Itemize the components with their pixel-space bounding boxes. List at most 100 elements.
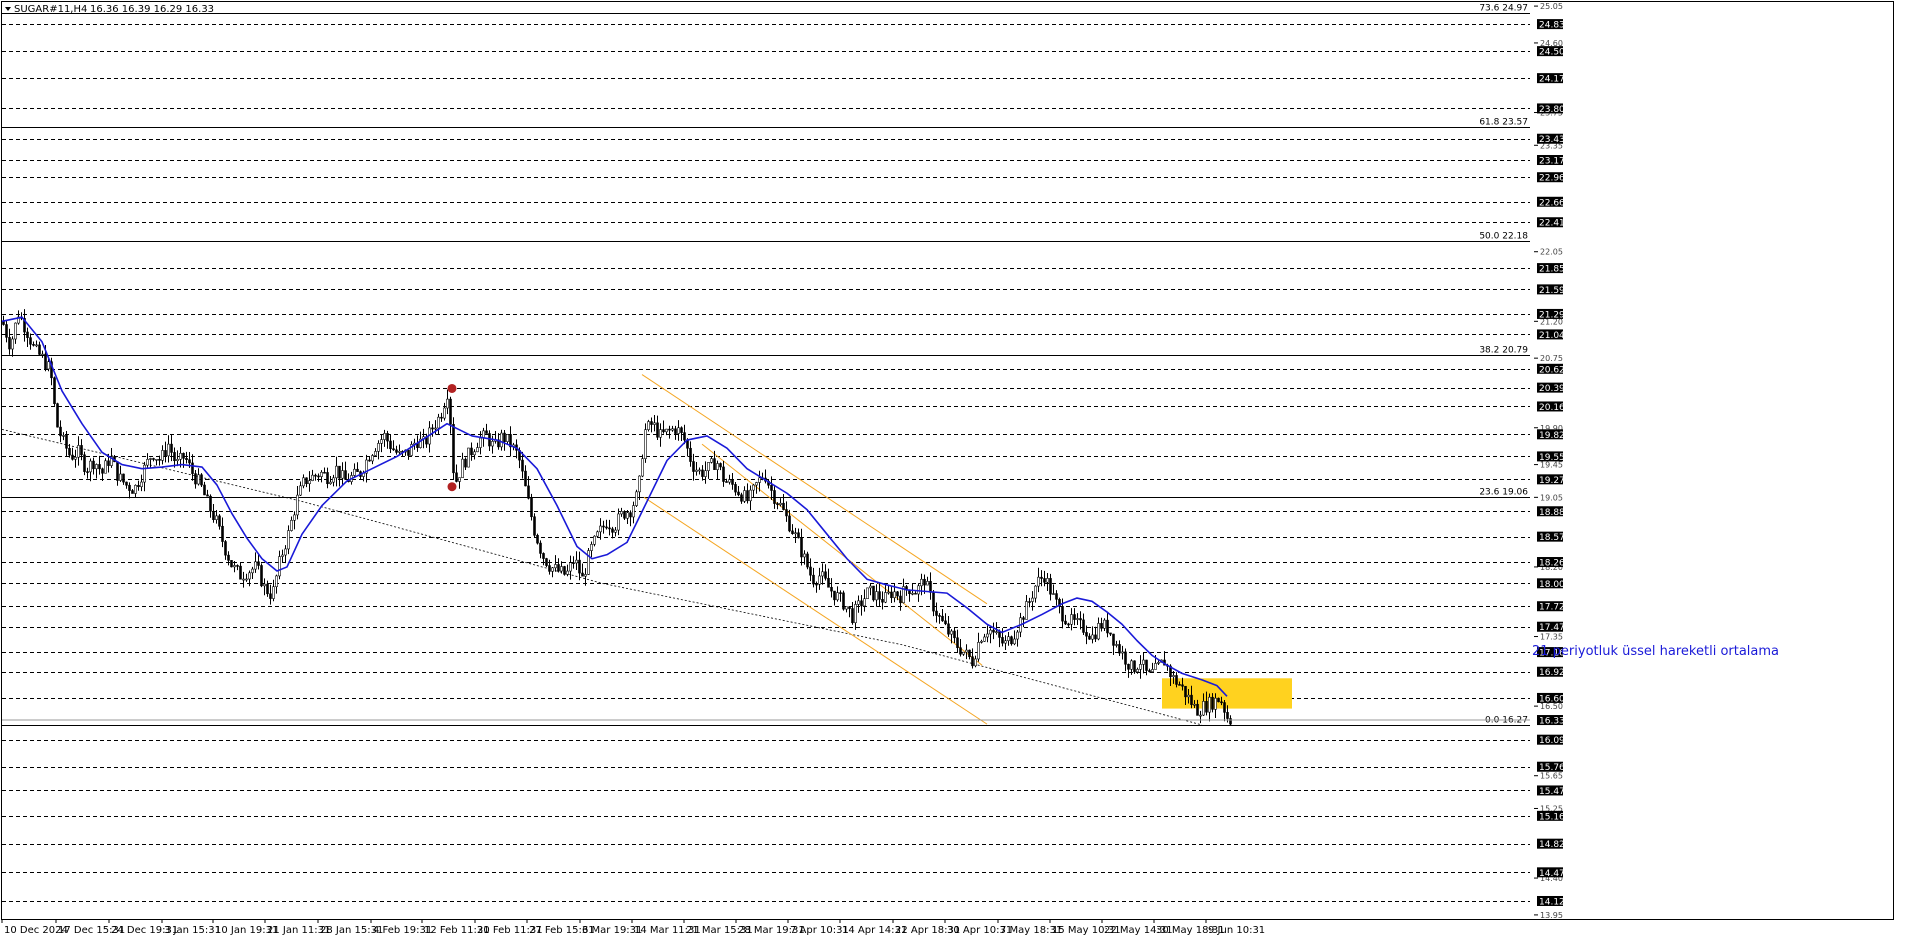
y-price-label: 18.00	[1539, 580, 1565, 590]
candle-body	[848, 606, 851, 609]
candle-body	[212, 510, 215, 521]
candle-body	[1142, 659, 1145, 665]
candle-body	[203, 484, 206, 496]
candle-body	[116, 461, 119, 481]
y-price-label: 22.66	[1539, 198, 1565, 208]
candle-body	[770, 484, 773, 491]
candle-body	[1193, 703, 1196, 706]
candle-body	[542, 553, 545, 559]
candle-body	[911, 592, 914, 595]
candle-body	[752, 484, 755, 491]
candle-body	[245, 578, 248, 581]
candle-body	[695, 469, 698, 472]
candle-body	[563, 566, 566, 575]
price-chart[interactable]: 73.6 24.97 61.8 23.57 50.0 22.18 38.2 20.79…	[0, 0, 1916, 936]
candle-body	[137, 484, 140, 488]
candle-body	[698, 469, 701, 472]
y-price-label: 16.09	[1539, 736, 1565, 746]
candle-body	[470, 447, 473, 456]
candle-body	[26, 331, 29, 338]
y-price-label: 23.17	[1539, 157, 1565, 167]
candle-body	[1091, 634, 1094, 640]
candle-body	[1079, 618, 1082, 621]
fib-label: 23.6 19.06	[1479, 488, 1528, 498]
candle-body	[1217, 697, 1220, 703]
candle-body	[839, 592, 842, 594]
candle-body	[443, 407, 446, 419]
candle-body	[77, 445, 80, 458]
candle-body	[950, 630, 953, 635]
candle-body	[554, 564, 557, 569]
candle-body	[1220, 701, 1223, 704]
candle-body	[209, 495, 212, 512]
candle-body	[1214, 697, 1217, 710]
candle-body	[440, 416, 443, 419]
candle-body	[623, 511, 626, 519]
y-tick-label: 19.05	[1540, 493, 1563, 502]
candle-body	[257, 561, 260, 566]
candle-body	[1088, 635, 1091, 640]
candle-body	[263, 583, 266, 587]
candle-body	[134, 484, 137, 494]
candle-body	[875, 591, 878, 601]
candle-body	[866, 587, 869, 600]
candle-body	[1067, 623, 1070, 626]
candle-body	[242, 578, 245, 581]
candle-body	[701, 469, 704, 477]
candle-body	[269, 593, 272, 599]
candle-body	[254, 561, 257, 570]
candle-body	[869, 585, 872, 589]
candle-body	[728, 479, 731, 483]
candle-body	[725, 481, 728, 483]
candle-body	[74, 456, 77, 460]
candle-body	[155, 458, 158, 461]
candle-body	[215, 515, 218, 521]
candle-body	[758, 477, 761, 483]
candle-body	[845, 606, 848, 610]
candle-body	[1052, 593, 1055, 595]
candle-body	[86, 471, 89, 473]
candle-body	[1085, 632, 1088, 637]
candle-body	[383, 433, 386, 440]
candle-body	[296, 494, 299, 516]
y-price-label: 19.82	[1539, 431, 1565, 441]
y-price-label: 15.47	[1539, 787, 1565, 797]
candle-body	[635, 491, 638, 506]
candle-body	[323, 471, 326, 474]
candle-body	[1148, 670, 1151, 673]
candle-body	[71, 454, 74, 460]
candle-body	[548, 565, 551, 572]
candle-body	[431, 427, 434, 430]
candle-body	[773, 490, 776, 504]
candle-body	[995, 631, 998, 633]
candle-body	[986, 633, 989, 638]
fib-label: 50.0 22.18	[1479, 232, 1528, 242]
y-tick-label: 17.35	[1540, 633, 1563, 642]
candle-body	[1040, 576, 1043, 579]
candle-body	[857, 600, 860, 605]
candle-body	[92, 460, 95, 470]
fib-label: 73.6 24.97	[1479, 4, 1528, 14]
candle-body	[278, 556, 281, 577]
candle-body	[44, 353, 47, 370]
candle-body	[572, 562, 575, 564]
candle-body	[935, 610, 938, 616]
candle-body	[836, 592, 839, 601]
candle-body	[821, 571, 824, 577]
candle-body	[1106, 619, 1109, 634]
candle-body	[272, 586, 275, 599]
candle-body	[863, 598, 866, 607]
candle-body	[1133, 660, 1136, 673]
candle-body	[1004, 640, 1007, 644]
candle-body	[65, 435, 68, 449]
candle-body	[689, 447, 692, 462]
candle-body	[791, 530, 794, 534]
candle-body	[5, 324, 8, 338]
candle-body	[281, 554, 284, 557]
candle-body	[1028, 601, 1031, 603]
candle-body	[473, 451, 476, 456]
candle-body	[248, 572, 251, 580]
y-price-label: 21.29	[1539, 310, 1565, 320]
y-price-label: 14.82	[1539, 840, 1565, 850]
candle-body	[1205, 701, 1208, 713]
